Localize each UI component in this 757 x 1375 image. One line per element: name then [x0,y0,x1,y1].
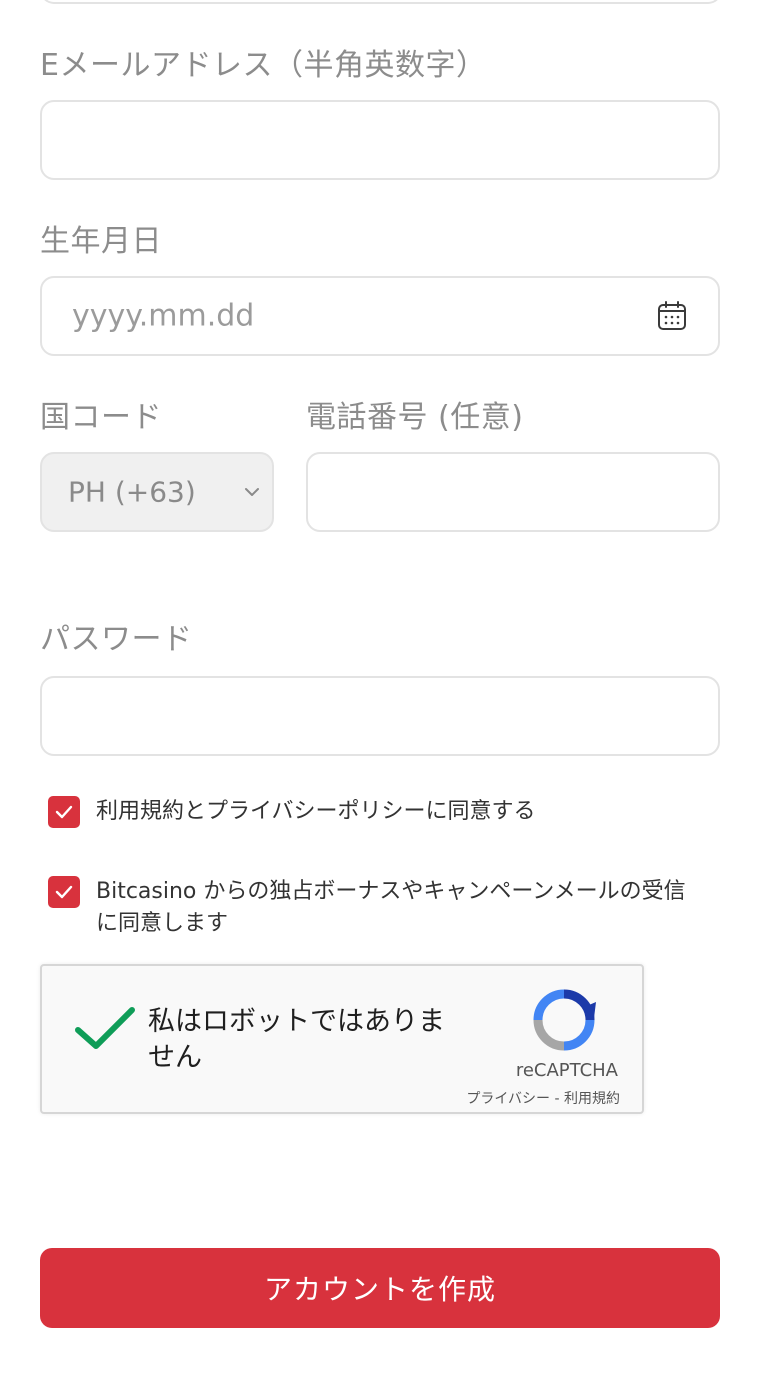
phone-field[interactable] [306,452,720,532]
marketing-checkbox[interactable] [48,876,80,908]
recaptcha-brand: reCAPTCHA [515,1060,618,1081]
password-field[interactable] [40,676,720,756]
phone-label: 電話番号 (任意) [306,400,524,435]
birthdate-label: 生年月日 [40,224,162,259]
create-account-button[interactable]: アカウントを作成 [40,1248,720,1328]
check-icon [55,885,73,899]
birthdate-field[interactable]: yyyy.mm.dd [40,276,720,356]
check-icon [55,805,73,819]
marketing-consent-label: Bitcasino からの独占ボーナスやキャンペーンメールの受信に同意します [96,879,686,936]
email-field[interactable] [40,100,720,180]
terms-checkbox[interactable] [48,796,80,828]
email-label: Eメールアドレス（半角英数字） [40,48,487,83]
chevron-down-icon [245,488,259,496]
previous-field-bottom-edge [40,0,722,4]
marketing-consent-row[interactable]: Bitcasino からの独占ボーナスやキャンペーンメールの受信に同意します [48,876,706,940]
password-label: パスワード [40,622,193,657]
country-code-label: 国コード [40,400,162,435]
captcha-text: 私はロボットではありません [148,1006,445,1073]
captcha-check-icon[interactable] [74,1004,136,1052]
birthdate-placeholder: yyyy.mm.dd [72,298,255,334]
recaptcha-links[interactable]: プライバシー - 利用規約 [466,1088,620,1108]
country-code-value: PH (+63) [68,475,196,509]
recaptcha-logo-icon [533,989,596,1051]
calendar-icon[interactable] [656,300,688,332]
terms-consent-row[interactable]: 利用規約とプライバシーポリシーに同意する [48,796,706,828]
recaptcha-widget[interactable]: 私はロボットではありません reCAPTCHA プライバシー - 利用規約 [40,964,644,1114]
country-code-select[interactable]: PH (+63) [40,452,274,532]
terms-consent-label: 利用規約とプライバシーポリシーに同意する [96,799,536,824]
